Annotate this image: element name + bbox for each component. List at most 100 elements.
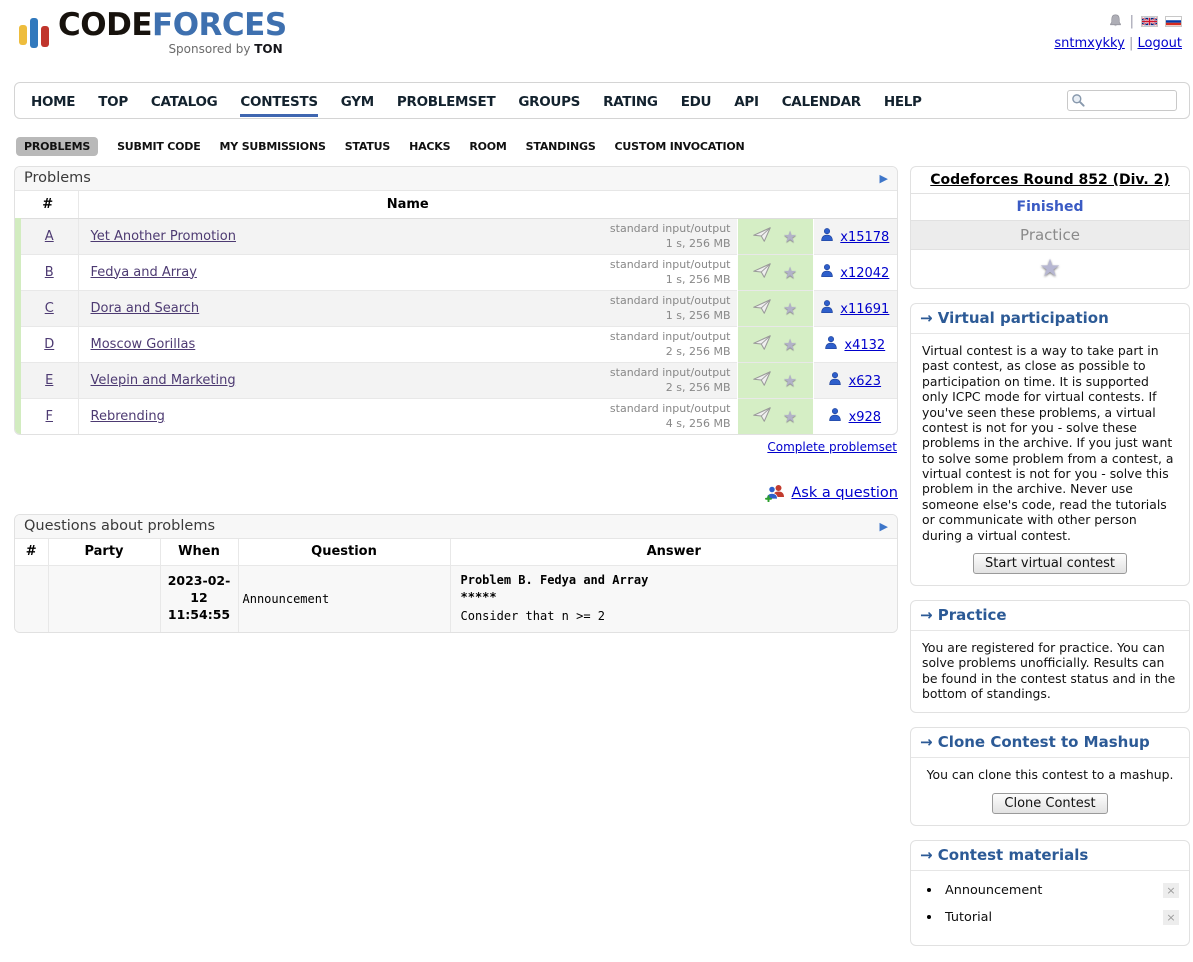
question-row: 2023-02-12 11:54:55 Announcement Problem… [15, 565, 897, 632]
problem-letter-link[interactable]: F [46, 409, 53, 424]
contest-title-link[interactable]: Codeforces Round 852 (Div. 2) [930, 172, 1169, 188]
nav-rating[interactable]: RATING [603, 85, 658, 117]
favorite-star-icon[interactable]: ★ [783, 227, 797, 246]
tab-standings[interactable]: STANDINGS [526, 140, 596, 153]
solved-count-link[interactable]: x11691 [840, 302, 889, 317]
solved-count-link[interactable]: x12042 [840, 266, 889, 281]
nav-home[interactable]: HOME [31, 85, 75, 117]
problem-letter-link[interactable]: A [45, 229, 54, 244]
question-text: Announcement [238, 565, 450, 632]
nav-calendar[interactable]: CALENDAR [782, 85, 861, 117]
col-q-index: # [15, 539, 48, 565]
logout-link[interactable]: Logout [1137, 36, 1182, 51]
material-item: Announcement × [927, 883, 1179, 898]
bullet-icon [927, 915, 931, 919]
problem-letter-link[interactable]: C [45, 301, 54, 316]
nav-groups[interactable]: GROUPS [518, 85, 580, 117]
problem-io: standard input/output1 s, 256 MB [610, 221, 731, 251]
problem-name-link[interactable]: Yet Another Promotion [91, 229, 236, 244]
tab-room[interactable]: ROOM [469, 140, 506, 153]
clone-contest-button[interactable]: Clone Contest [992, 793, 1107, 814]
favorite-star-icon[interactable]: ★ [783, 371, 797, 390]
solved-count-link[interactable]: x623 [849, 374, 882, 389]
submit-plane-icon[interactable] [753, 227, 771, 246]
close-icon[interactable]: × [1163, 883, 1179, 898]
problem-name-link[interactable]: Fedya and Array [91, 265, 197, 280]
problem-io: standard input/output1 s, 256 MB [610, 293, 731, 323]
sidebar: Codeforces Round 852 (Div. 2) Finished P… [910, 166, 1190, 960]
solved-count-link[interactable]: x4132 [844, 338, 885, 353]
expand-arrow-icon[interactable]: ▶ [880, 172, 888, 185]
favorite-star-icon[interactable]: ★ [783, 263, 797, 282]
problem-name-link[interactable]: Moscow Gorillas [91, 337, 196, 352]
problems-header-row: # Name [18, 191, 897, 218]
expand-arrow-icon[interactable]: ▶ [880, 520, 888, 533]
tab-submit-code[interactable]: SUBMIT CODE [117, 140, 200, 153]
header: CODEFORCES Sponsored by TON | [14, 10, 1190, 76]
col-name: Name [78, 191, 737, 218]
header-separator: | [1130, 14, 1134, 29]
page: CODEFORCES Sponsored by TON | [0, 0, 1193, 960]
sponsored-by: Sponsored by TON [58, 43, 287, 55]
nav-contests[interactable]: CONTESTS [240, 85, 317, 117]
solvers-person-icon [829, 408, 841, 421]
problem-letter-link[interactable]: B [45, 265, 54, 280]
tab-problems[interactable]: PROBLEMS [16, 137, 98, 156]
material-item: Tutorial × [927, 910, 1179, 925]
ask-question-link[interactable]: Ask a question [791, 485, 898, 501]
questions-header-row: # Party When Question Answer [15, 539, 897, 565]
solved-count-link[interactable]: x15178 [840, 230, 889, 245]
col-index: # [18, 191, 78, 218]
nav-catalog[interactable]: CATALOG [151, 85, 218, 117]
nav-problemset[interactable]: PROBLEMSET [397, 85, 495, 117]
problems-caption: Problems [24, 170, 91, 186]
complete-problemset-link[interactable]: Complete problemset [767, 440, 897, 454]
bell-icon[interactable] [1108, 13, 1123, 29]
nav-edu[interactable]: EDU [681, 85, 712, 117]
submit-plane-icon[interactable] [753, 335, 771, 354]
ru-flag-icon[interactable] [1165, 16, 1182, 27]
search-icon [1071, 93, 1086, 108]
contest-state-box: Codeforces Round 852 (Div. 2) Finished P… [910, 166, 1190, 289]
clone-mashup-text: You can clone this contest to a mashup. [927, 767, 1174, 782]
submit-plane-icon[interactable] [753, 263, 771, 282]
close-icon[interactable]: × [1163, 910, 1179, 925]
contest-nav: PROBLEMS SUBMIT CODE MY SUBMISSIONS STAT… [16, 137, 1190, 156]
nav-help[interactable]: HELP [884, 85, 922, 117]
question-index [15, 565, 48, 632]
solved-count-link[interactable]: x928 [849, 410, 882, 425]
col-q-answer: Answer [450, 539, 897, 565]
material-tutorial-link[interactable]: Tutorial [945, 910, 1163, 925]
practice-box: → Practice You are registered for practi… [910, 600, 1190, 714]
user-separator: | [1129, 36, 1133, 51]
tab-my-submissions[interactable]: MY SUBMISSIONS [220, 140, 326, 153]
start-virtual-contest-button[interactable]: Start virtual contest [973, 553, 1127, 574]
problem-name-link[interactable]: Rebrending [91, 409, 165, 424]
nav-gym[interactable]: GYM [341, 85, 374, 117]
material-announcement-link[interactable]: Announcement [945, 883, 1163, 898]
logo-bars-icon [19, 12, 49, 48]
favorite-contest-star-icon[interactable]: ★ [1039, 254, 1061, 282]
tab-status[interactable]: STATUS [345, 140, 390, 153]
nav-api[interactable]: API [734, 85, 758, 117]
favorite-star-icon[interactable]: ★ [783, 299, 797, 318]
tab-hacks[interactable]: HACKS [409, 140, 450, 153]
codeforces-logo[interactable]: CODEFORCES Sponsored by TON [19, 10, 287, 55]
clone-mashup-box: → Clone Contest to Mashup You can clone … [910, 727, 1190, 825]
favorite-star-icon[interactable]: ★ [783, 407, 797, 426]
problem-letter-link[interactable]: D [44, 337, 54, 352]
tab-custom-invocation[interactable]: CUSTOM INVOCATION [615, 140, 745, 153]
problem-letter-link[interactable]: E [45, 373, 53, 388]
questions-caption: Questions about problems [24, 518, 215, 534]
favorite-star-icon[interactable]: ★ [783, 335, 797, 354]
problem-name-link[interactable]: Dora and Search [91, 301, 200, 316]
logo-code-text: CODE [58, 7, 152, 43]
questions-box: Questions about problems ▶ # Party When … [14, 514, 898, 633]
uk-flag-icon[interactable] [1141, 16, 1158, 27]
username-link[interactable]: sntmxykky [1054, 36, 1124, 51]
nav-top[interactable]: TOP [98, 85, 128, 117]
submit-plane-icon[interactable] [753, 299, 771, 318]
problem-name-link[interactable]: Velepin and Marketing [91, 373, 236, 388]
submit-plane-icon[interactable] [753, 371, 771, 390]
submit-plane-icon[interactable] [753, 407, 771, 426]
